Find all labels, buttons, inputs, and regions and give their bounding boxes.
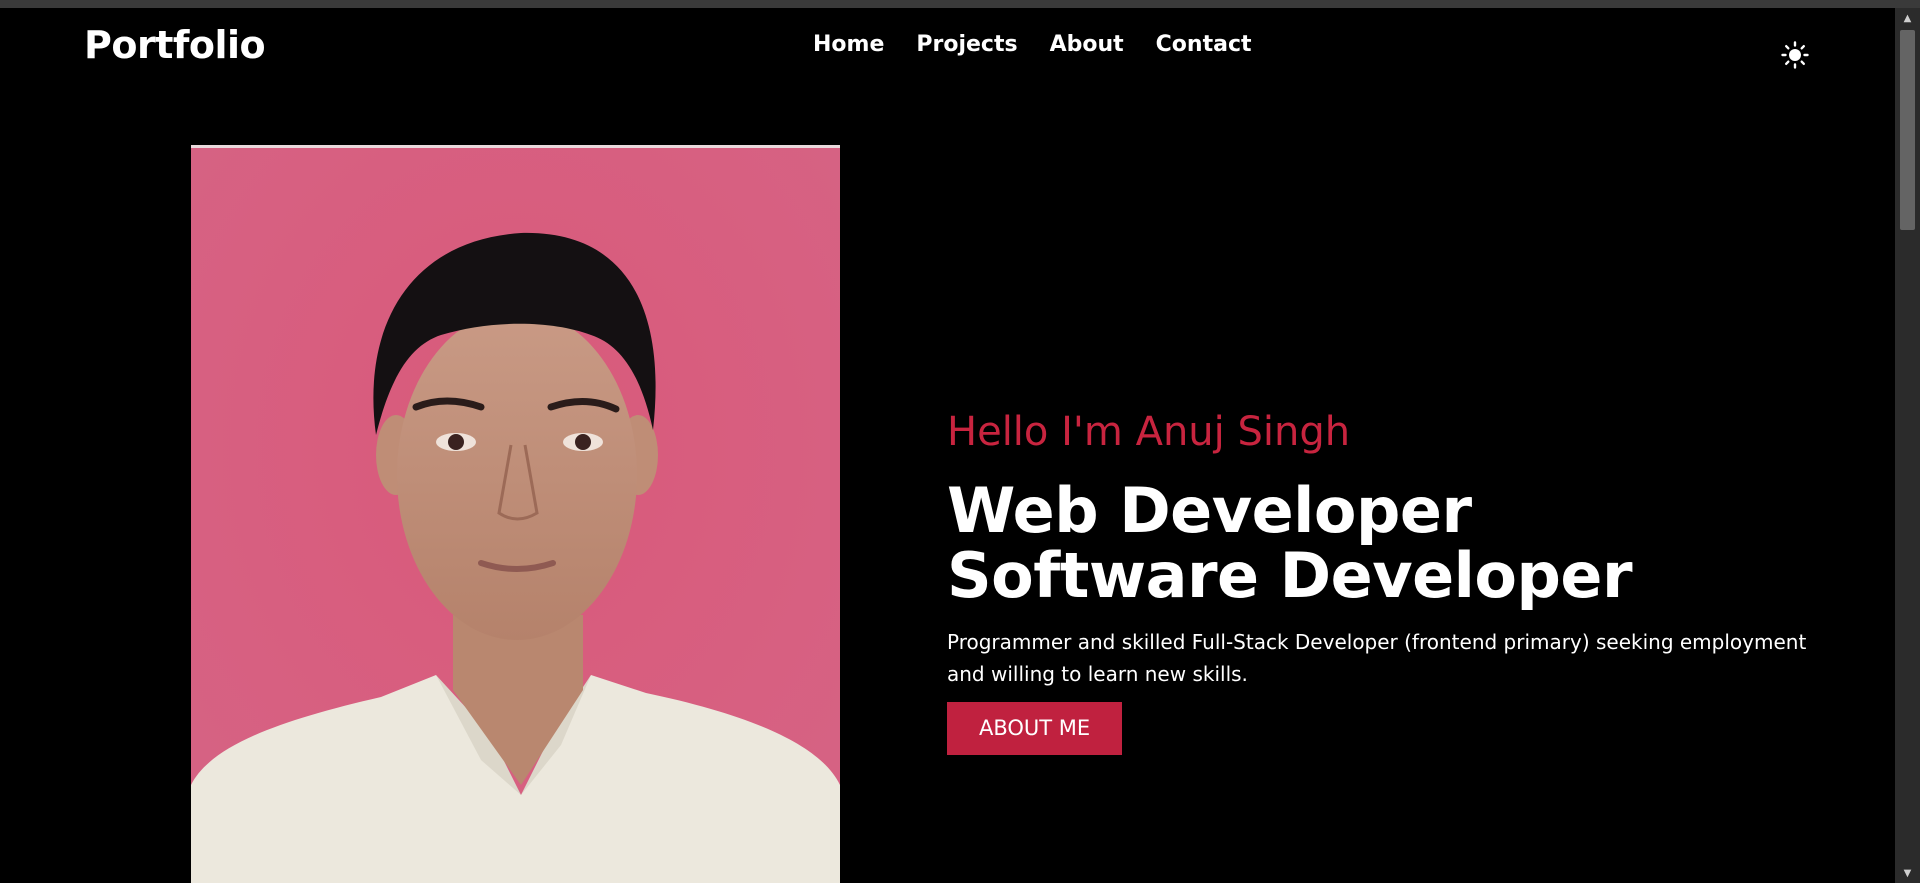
browser-top-bar <box>0 0 1920 8</box>
scroll-down-icon[interactable]: ▼ <box>1895 863 1920 883</box>
portfolio-page: Portfolio Home Projects About Contact He… <box>0 8 1895 883</box>
profile-photo <box>191 145 840 883</box>
hero-description: Programmer and skilled Full-Stack Develo… <box>947 630 1807 687</box>
nav-projects[interactable]: Projects <box>916 32 1017 57</box>
scroll-up-icon[interactable]: ▲ <box>1895 8 1920 28</box>
hero-title-line1: Web Developer <box>947 474 1472 547</box>
navbar: Portfolio Home Projects About Contact <box>0 8 1895 88</box>
hero-greeting: Hello I'm Anuj Singh <box>947 409 1351 455</box>
nav-home[interactable]: Home <box>813 32 884 57</box>
nav-links: Home Projects About Contact <box>813 32 1252 57</box>
scrollbar-thumb[interactable] <box>1900 30 1915 230</box>
page-scrollbar[interactable]: ▲ ▼ <box>1895 8 1920 883</box>
hero-title-line2: Software Developer <box>947 539 1633 613</box>
theme-toggle-button[interactable] <box>1780 40 1810 70</box>
hero-intro: Hello I'm Anuj Singh Web Developer Softw… <box>947 409 1827 756</box>
nav-about[interactable]: About <box>1050 32 1124 57</box>
brand-logo[interactable]: Portfolio <box>84 23 266 67</box>
portrait-illustration <box>191 145 840 883</box>
sun-icon <box>1781 41 1809 69</box>
nav-contact[interactable]: Contact <box>1156 32 1252 57</box>
about-me-button[interactable]: ABOUT ME <box>947 702 1123 756</box>
hero-title: Web Developer Software Developer <box>947 478 1827 608</box>
